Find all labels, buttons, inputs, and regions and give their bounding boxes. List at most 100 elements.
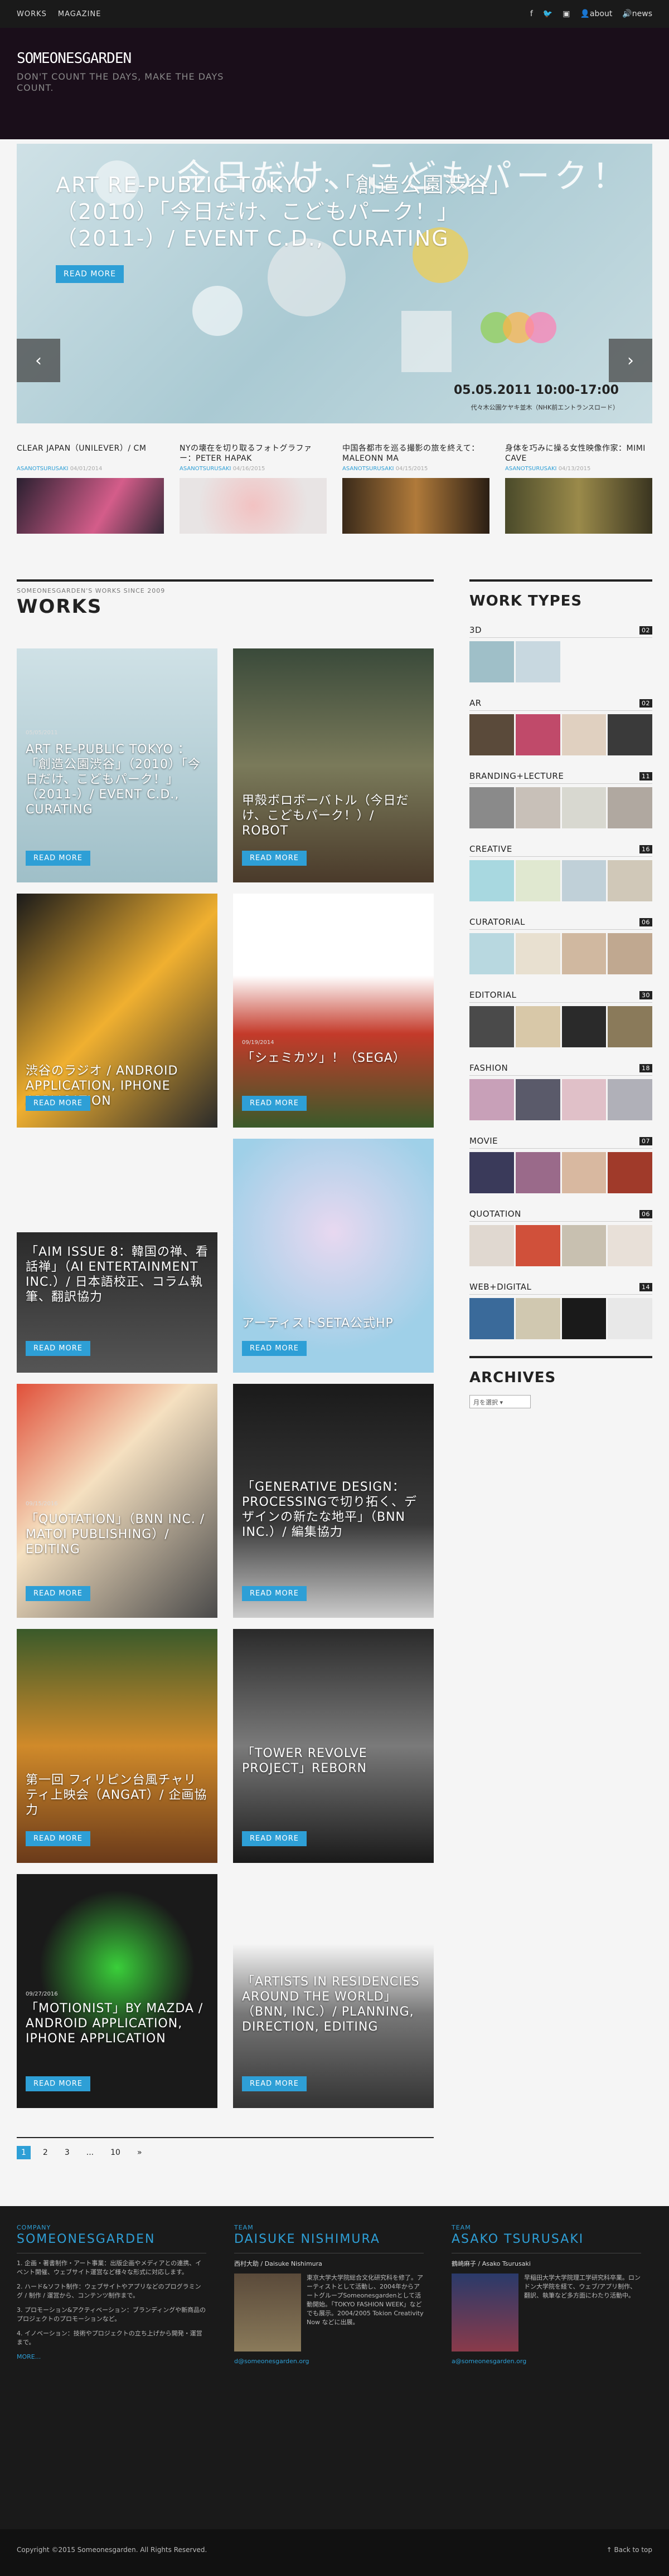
type-thumbnails [469, 933, 652, 974]
post-thumbnail[interactable] [505, 478, 652, 534]
post-title[interactable]: CLEAR JAPAN（UNILEVER）/ CM [17, 443, 164, 464]
work-card[interactable]: 渋谷のラジオ / ANDROID APPLICATION, IPHONE APP… [17, 894, 217, 1128]
type-count: 06 [639, 1209, 652, 1218]
type-name[interactable]: MOVIE [469, 1136, 498, 1146]
work-card[interactable]: 第一回 フィリピン台風チャリティ上映会（ANGAT）/ 企画協力 READ MO… [17, 1629, 217, 1863]
card-title[interactable]: 「TOWER REVOLVE PROJECT」REBORN [242, 1746, 425, 1776]
slider-read-more-button[interactable]: READ MORE [56, 265, 124, 283]
slider-next-button[interactable]: › [609, 339, 652, 382]
page-3[interactable]: 3 [60, 2146, 74, 2159]
work-card[interactable]: 05/05/2011 ART RE-PUBLIC TOKYO ：「創造公園渋谷」… [17, 648, 217, 882]
post-thumbnail[interactable] [342, 478, 489, 534]
member-email[interactable]: d@someonesgarden.org [234, 2357, 424, 2366]
site-footer: COMPANY SOMEONESGARDEN 1. 企画・著書制作・アート事業：… [0, 2206, 669, 2529]
type-name[interactable]: EDITORIAL [469, 990, 516, 1000]
post-title[interactable]: NYの壊在を切り取るフォトグラファー：PETER HAPAK [180, 443, 327, 464]
card-title[interactable]: 「QUOTATION」（BNN INC. / MATOI PUBLISHING）… [26, 1512, 209, 1557]
work-card[interactable]: 甲殻ボロボーバトル（今日だけ、こどもパーク！）/ ROBOT READ MORE [233, 648, 434, 882]
footer-team-daisuke: TEAM DAISUKE NISHIMURA 西村大助 / Daisuke Ni… [234, 2224, 424, 2366]
card-title[interactable]: 第一回 フィリピン台風チャリティ上映会（ANGAT）/ 企画協力 [26, 1773, 209, 1818]
card-read-more-button[interactable]: READ MORE [242, 1586, 307, 1601]
card-title[interactable]: アーティストSETA公式HP [242, 1316, 425, 1331]
post-thumbnail[interactable] [180, 478, 327, 534]
post-title[interactable]: 中国各都市を巡る撮影の旅を終えて：MALEONN MA [342, 443, 489, 464]
page-next[interactable]: » [133, 2146, 147, 2159]
work-card[interactable]: 09/19/2014 「シェミカツ」！（SEGA） READ MORE [233, 894, 434, 1128]
about-link[interactable]: 👤about [580, 9, 612, 18]
work-card[interactable]: アーティストSETA公式HP READ MORE [233, 1139, 434, 1373]
site-logo[interactable]: SOMEONESGARDEN [17, 50, 652, 67]
magazine-post[interactable]: CLEAR JAPAN（UNILEVER）/ CM ASANOTSURUSAKI… [17, 443, 164, 534]
magazine-post[interactable]: 身体を巧みに操る女性映像作家：MIMI CAVE ASANOTSURUSAKI … [505, 443, 652, 534]
type-name[interactable]: CURATORIAL [469, 917, 525, 927]
back-to-top-link[interactable]: ↑ Back to top [607, 2546, 652, 2559]
type-name[interactable]: CREATIVE [469, 844, 512, 854]
card-read-more-button[interactable]: READ MORE [26, 1586, 90, 1601]
card-read-more-button[interactable]: READ MORE [242, 1096, 307, 1111]
card-read-more-button[interactable]: READ MORE [242, 851, 307, 866]
more-link[interactable]: MORE... [17, 2353, 206, 2362]
card-title[interactable]: ART RE-PUBLIC TOKYO ：「創造公園渋谷」（2010）「今日だけ… [26, 742, 209, 817]
post-thumbnail[interactable] [17, 478, 164, 534]
work-type[interactable]: MOVIE 07 [469, 1136, 652, 1193]
work-type[interactable]: BRANDING+LECTURE 11 [469, 771, 652, 828]
archives-select[interactable]: 月を選択 ▾ [469, 1395, 531, 1408]
card-title[interactable]: 「MOTIONIST」BY MAZDA / ANDROID APPLICATIO… [26, 2001, 209, 2046]
work-card[interactable]: 09/27/2016 「MOTIONIST」BY MAZDA / ANDROID… [17, 1874, 217, 2108]
card-read-more-button[interactable]: READ MORE [26, 851, 90, 866]
card-read-more-button[interactable]: READ MORE [242, 1831, 307, 1846]
card-read-more-button[interactable]: READ MORE [26, 1341, 90, 1356]
type-name[interactable]: QUOTATION [469, 1209, 521, 1219]
post-title[interactable]: 身体を巧みに操る女性映像作家：MIMI CAVE [505, 443, 652, 464]
post-meta: ASANOTSURUSAKI 04/15/2015 [342, 466, 489, 474]
work-type[interactable]: FASHION 18 [469, 1063, 652, 1120]
page-1[interactable]: 1 [17, 2146, 31, 2159]
type-name[interactable]: 3D [469, 625, 482, 635]
card-title[interactable]: 「シェミカツ」！（SEGA） [242, 1051, 425, 1066]
work-type[interactable]: WEB+DIGITAL 14 [469, 1282, 652, 1339]
magazine-post[interactable]: 中国各都市を巡る撮影の旅を終えて：MALEONN MA ASANOTSURUSA… [342, 443, 489, 534]
card-read-more-button[interactable]: READ MORE [26, 2076, 90, 2091]
work-card[interactable]: 「TOWER REVOLVE PROJECT」REBORN READ MORE [233, 1629, 434, 1863]
work-card[interactable]: 「AIM ISSUE 8：韓国の禅、看話禅」（AI ENTERTAINMENT … [17, 1139, 217, 1373]
service-item: 3. プロモーション&アクティベーション：ブランディングや新商品のプロジェクトの… [17, 2306, 206, 2323]
work-card[interactable]: 09/15/2016 「QUOTATION」（BNN INC. / MATOI … [17, 1384, 217, 1618]
type-thumbnails [469, 787, 652, 828]
work-card[interactable]: 「ARTISTS IN RESIDENCIES AROUND THE WORLD… [233, 1874, 434, 2108]
type-name[interactable]: WEB+DIGITAL [469, 1282, 531, 1292]
magazine-post[interactable]: NYの壊在を切り取るフォトグラファー：PETER HAPAK ASANOTSUR… [180, 443, 327, 534]
work-type[interactable]: 3D 02 [469, 625, 652, 682]
type-name[interactable]: FASHION [469, 1063, 508, 1073]
card-title[interactable]: 「ARTISTS IN RESIDENCIES AROUND THE WORLD… [242, 1974, 425, 2035]
type-name[interactable]: BRANDING+LECTURE [469, 771, 564, 781]
type-name[interactable]: AR [469, 698, 482, 708]
type-count: 11 [639, 772, 652, 780]
facebook-icon[interactable]: f [530, 9, 533, 18]
twitter-icon[interactable]: 🐦 [543, 9, 552, 18]
top-bar: WORKS MAGAZINE f 🐦 ▣ 👤about 🔊news [0, 0, 669, 28]
news-link[interactable]: 🔊news [622, 9, 652, 18]
work-card[interactable]: 「GENERATIVE DESIGN：PROCESSINGで切り拓く、デザインの… [233, 1384, 434, 1618]
work-type[interactable]: EDITORIAL 30 [469, 990, 652, 1047]
card-title[interactable]: 甲殻ボロボーバトル（今日だけ、こどもパーク！）/ ROBOT [242, 793, 425, 838]
work-type[interactable]: QUOTATION 06 [469, 1209, 652, 1266]
card-read-more-button[interactable]: READ MORE [26, 1831, 90, 1846]
card-read-more-button[interactable]: READ MORE [242, 2076, 307, 2091]
slider-title[interactable]: ART RE-PUBLIC TOKYO ：「創造公園渋谷」（2010）「今日だけ… [56, 172, 558, 252]
work-type[interactable]: CREATIVE 16 [469, 844, 652, 901]
card-read-more-button[interactable]: READ MORE [26, 1096, 90, 1111]
chevron-down-icon: ▾ [500, 1399, 503, 1406]
work-type[interactable]: CURATORIAL 06 [469, 917, 652, 974]
nav-works[interactable]: WORKS [17, 10, 47, 18]
divider [469, 1356, 652, 1358]
card-read-more-button[interactable]: READ MORE [242, 1341, 307, 1356]
card-title[interactable]: 「GENERATIVE DESIGN：PROCESSINGで切り拓く、デザインの… [242, 1480, 425, 1540]
slider-prev-button[interactable]: ‹ [17, 339, 60, 382]
member-email[interactable]: a@someonesgarden.org [452, 2357, 641, 2366]
nav-magazine[interactable]: MAGAZINE [58, 10, 101, 18]
work-type[interactable]: AR 02 [469, 698, 652, 755]
page-10[interactable]: 10 [106, 2146, 125, 2159]
card-title[interactable]: 「AIM ISSUE 8：韓国の禅、看話禅」（AI ENTERTAINMENT … [26, 1245, 209, 1305]
page-2[interactable]: 2 [38, 2146, 52, 2159]
instagram-icon[interactable]: ▣ [563, 9, 570, 18]
